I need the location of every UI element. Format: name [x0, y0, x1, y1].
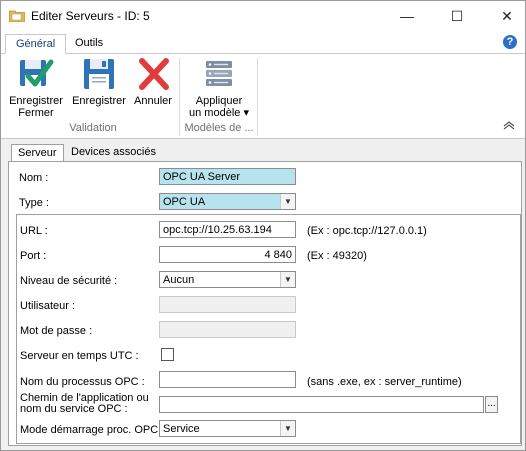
user-label: Utilisateur : — [20, 300, 76, 312]
path-label: Chemin de l'application ou nom du servic… — [20, 393, 149, 415]
window-title: Editer Serveurs - ID: 5 — [31, 9, 150, 23]
close-button[interactable]: ✕ — [490, 1, 524, 31]
tab-devices-associes[interactable]: Devices associés — [65, 144, 162, 160]
type-select[interactable]: OPC UA ▼ — [159, 193, 296, 210]
user-field[interactable] — [159, 296, 296, 313]
url-label: URL : — [20, 225, 48, 237]
help-icon[interactable]: ? — [503, 35, 517, 49]
password-label: Mot de passe : — [20, 325, 93, 337]
group-label-validation: Validation — [69, 122, 117, 134]
url-field[interactable]: opc.tcp://10.25.63.194 — [159, 221, 296, 238]
security-label: Niveau de sécurité : — [20, 275, 118, 287]
maximize-button[interactable]: ☐ — [440, 1, 474, 31]
template-icon — [201, 56, 237, 92]
utc-label: Serveur en temps UTC : — [20, 350, 139, 362]
type-label: Type : — [19, 197, 49, 209]
url-hint: (Ex : opc.tcp://127.0.0.1) — [307, 225, 427, 237]
save-button[interactable]: Enregistrer — [71, 56, 127, 107]
save-label: Enregistrer — [72, 95, 126, 107]
security-select[interactable]: Aucun ▼ — [159, 271, 296, 288]
ribbon-separator — [179, 58, 180, 136]
tab-outils[interactable]: Outils — [65, 34, 113, 52]
password-field[interactable] — [159, 321, 296, 338]
browse-button[interactable]: ... — [485, 396, 498, 413]
cancel-label: Annuler — [134, 95, 172, 107]
title-bar: Editer Serveurs - ID: 5 — ☐ ✕ — [1, 1, 525, 31]
ribbon-tabs: Général Outils ? — [1, 31, 525, 54]
save-close-icon — [18, 56, 54, 92]
cancel-button[interactable]: Annuler — [131, 56, 175, 107]
tab-serveur[interactable]: Serveur — [11, 144, 64, 162]
path-label-line2: nom du service OPC : — [20, 403, 128, 415]
apply-template-label-1: Appliquer — [195, 95, 243, 107]
chevron-down-icon: ▼ — [280, 421, 295, 436]
red-x-icon — [135, 56, 171, 92]
type-value: OPC UA — [163, 196, 206, 208]
path-field[interactable] — [159, 396, 484, 413]
process-hint: (sans .exe, ex : server_runtime) — [307, 376, 462, 388]
start-mode-value: Service — [163, 423, 200, 435]
apply-template-label-2: un modèle ▾ — [189, 107, 249, 119]
start-mode-label: Mode démarrage proc. OPC : — [20, 424, 165, 436]
process-label: Nom du processus OPC : — [20, 376, 145, 388]
folder-icon — [9, 10, 25, 22]
port-label: Port : — [20, 250, 47, 262]
chevron-down-icon: ▼ — [280, 194, 295, 209]
save-close-button[interactable]: Enregistrer Fermer — [7, 56, 65, 119]
process-field[interactable] — [159, 371, 296, 388]
editor-window: Editer Serveurs - ID: 5 — ☐ ✕ Général Ou… — [0, 0, 526, 451]
tab-general[interactable]: Général — [5, 34, 67, 54]
server-panel: Nom : OPC UA Server Type : OPC UA ▼ URL … — [8, 161, 522, 446]
minimize-button[interactable]: — — [390, 1, 424, 31]
port-hint: (Ex : 49320) — [307, 250, 367, 262]
save-close-label-2: Fermer — [18, 107, 54, 119]
nom-field[interactable]: OPC UA Server — [159, 168, 296, 185]
port-field[interactable]: 4 840 — [159, 246, 296, 263]
apply-template-button[interactable]: Appliquer un modèle ▾ — [189, 56, 249, 119]
collapse-ribbon-icon[interactable] — [503, 120, 515, 130]
security-value: Aucun — [163, 274, 195, 286]
connection-group: URL : opc.tcp://10.25.63.194 (Ex : opc.t… — [16, 214, 521, 444]
nom-label: Nom : — [19, 172, 49, 184]
group-label-templates: Modèles de ... — [184, 122, 254, 134]
save-close-label-1: Enregistrer — [9, 95, 63, 107]
ribbon: Enregistrer Fermer Enregistrer Annuler A… — [1, 54, 525, 139]
start-mode-select[interactable]: Service ▼ — [159, 420, 296, 437]
ribbon-separator — [257, 58, 258, 136]
floppy-disk-icon — [81, 56, 117, 92]
utc-checkbox[interactable] — [161, 348, 174, 361]
chevron-down-icon: ▼ — [280, 272, 295, 287]
